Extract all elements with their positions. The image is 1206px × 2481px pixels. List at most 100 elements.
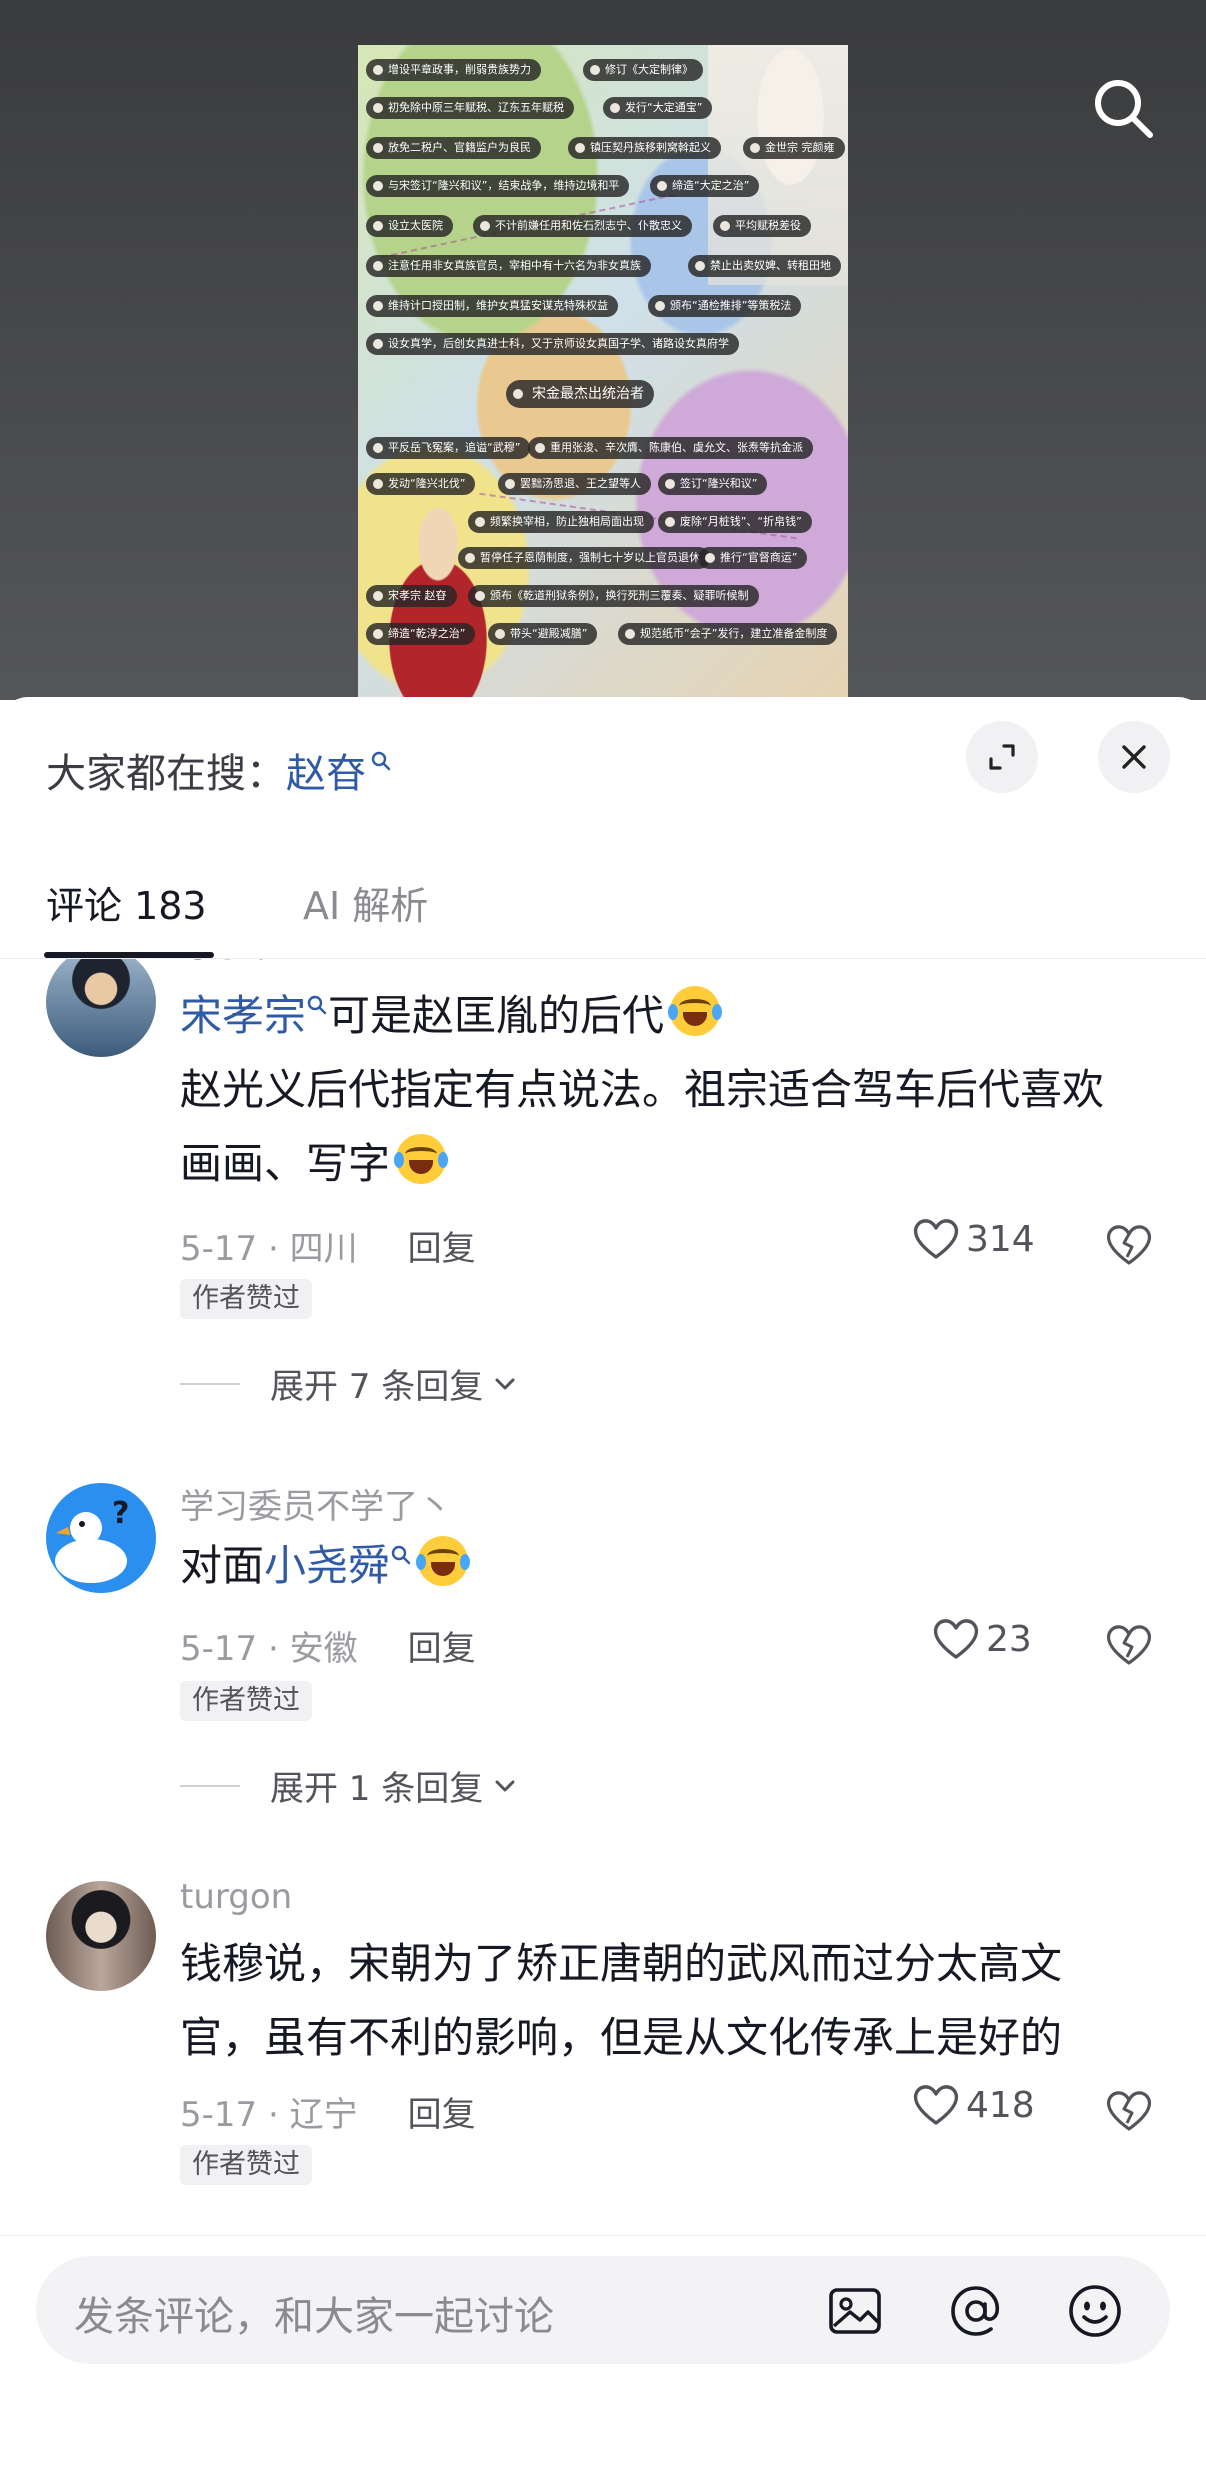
expand-replies-label: 展开 1 条回复: [270, 1769, 484, 1809]
emoji-icon[interactable]: [1066, 2282, 1124, 2340]
like-count: 418: [966, 2084, 1035, 2126]
reply-button[interactable]: 回复: [408, 2087, 476, 2136]
comment-text: 宋孝宗 可是赵匡胤的后代 赵光义后代指定有点说法。祖宗适合驾车后代喜欢 画画、写字: [180, 979, 1170, 1201]
map-pill: 与宋签订“隆兴和议”，结束战争，维持边境和平: [366, 175, 630, 197]
small-search-icon: [371, 751, 391, 771]
comment-input-bar: 发条评论，和大家一起讨论: [0, 2235, 1206, 2481]
mention-icon[interactable]: [947, 2282, 1005, 2340]
comment-text-line: 赵光义后代指定有点说法。祖宗适合驾车后代喜欢: [180, 1065, 1105, 1114]
heart-icon: [913, 2085, 959, 2125]
comment-author[interactable]: 学习委员不学了丶: [180, 1479, 452, 1528]
map-title-pill: 宋金最杰出统治者: [506, 380, 654, 408]
comment-meta: 5-17 · 辽宁 回复: [180, 2087, 476, 2136]
map-pill: 禁止出卖奴婢、转租田地: [688, 255, 841, 277]
broken-heart-icon[interactable]: [1104, 2085, 1154, 2135]
expand-icon: [989, 744, 1015, 770]
map-pill: 废除“月桩钱”、“折帛钱”: [658, 511, 812, 533]
divider-dash: [180, 1784, 240, 1787]
avatar[interactable]: [46, 1881, 156, 1991]
map-pill: 缔造“乾淳之治”: [366, 623, 476, 645]
broken-heart-icon[interactable]: [1104, 1219, 1154, 1269]
sheet-tabs: 评论 183 AI 解析: [0, 847, 1206, 959]
comment-text-part: 可是赵匡胤的后代: [328, 991, 665, 1040]
reply-button[interactable]: 回复: [408, 1221, 476, 1270]
expand-button[interactable]: [966, 721, 1038, 793]
divider-dash: [180, 1382, 240, 1385]
comment-input-placeholder: 发条评论，和大家一起讨论: [74, 2294, 554, 2340]
map-pill: 设立太医院: [366, 215, 453, 237]
comment-author[interactable]: なまう: [180, 959, 282, 968]
comment-text: 钱穆说，宋朝为了矫正唐朝的武风而过分太高文 官，虽有不利的影响，但是从文化传承上…: [180, 1927, 1170, 2075]
map-pill: 缔造“大定之治”: [650, 175, 760, 197]
chevron-down-icon: [495, 1378, 515, 1389]
map-pill: 平反岳飞冤案，追谥“武穆”: [366, 437, 531, 459]
comment-text-part: 对面: [180, 1541, 265, 1590]
map-pill: 发动“隆兴北伐”: [366, 473, 476, 495]
comment-date-location: 5-17 · 安徽: [180, 1629, 358, 1669]
map-pill: 增设平章政事，削弱贵族势力: [366, 59, 541, 81]
goose-avatar-icon: ?: [55, 1496, 129, 1583]
small-search-icon: [307, 995, 327, 1015]
avatar[interactable]: ?: [46, 1483, 156, 1593]
laugh-cry-emoji-icon: [416, 1536, 471, 1586]
like-button[interactable]: 418: [912, 2083, 1035, 2127]
expand-replies-button[interactable]: 展开 7 条回复: [180, 1359, 519, 1408]
comment-text-line: 钱穆说，宋朝为了矫正唐朝的武风而过分太高文: [180, 1939, 1063, 1988]
comment-author[interactable]: turgon: [180, 1877, 292, 1917]
video-frame: 增设平章政事，削弱贵族势力 修订《大定制律》 初免除中原三年赋税、辽东五年赋税 …: [358, 45, 848, 700]
map-pill: 推行“官督商运”: [698, 547, 808, 569]
heart-icon: [913, 1219, 959, 1259]
like-button[interactable]: 314: [912, 1217, 1035, 1261]
comment-date-location: 5-17 · 四川: [180, 1229, 358, 1269]
broken-heart-icon[interactable]: [1104, 1619, 1154, 1669]
map-pill: 罢黜汤思退、王之望等人: [498, 473, 651, 495]
comment-sheet: 大家都在搜： 赵昚 评论 183 AI 解析 なまう 宋孝宗可是赵匡胤的后代: [0, 697, 1206, 2481]
close-button[interactable]: [1098, 721, 1170, 793]
search-link[interactable]: 宋孝宗: [180, 991, 306, 1040]
map-pill: 颁布《乾道刑狱条例》，换行死刑三覆奏、疑罪听候制: [468, 585, 759, 607]
map-pill: 维持计口授田制，维护女真猛安谋克特殊权益: [366, 295, 618, 317]
map-pill: 宋孝宗 赵昚: [366, 585, 457, 607]
tab-ai-analysis[interactable]: AI 解析: [303, 875, 428, 930]
map-pill: 不计前嫌任用和佐石烈志宁、仆散忠义: [473, 215, 692, 237]
timeline-pills: 增设平章政事，削弱贵族势力 修订《大定制律》 初免除中原三年赋税、辽东五年赋税 …: [358, 45, 848, 700]
image-icon[interactable]: [826, 2282, 884, 2340]
like-count: 314: [966, 1218, 1035, 1260]
map-pill: 规范纸币“会子”发行，建立准备金制度: [618, 623, 838, 645]
video-area[interactable]: 增设平章政事，削弱贵族势力 修订《大定制律》 初免除中原三年赋税、辽东五年赋税 …: [0, 0, 1206, 700]
tab-comments[interactable]: 评论 183: [46, 875, 207, 930]
map-pill: 初免除中原三年赋税、辽东五年赋税: [366, 97, 574, 119]
laugh-cry-emoji-icon: [394, 1134, 449, 1184]
comment-meta: 5-17 · 四川 回复: [180, 1221, 476, 1270]
avatar[interactable]: [46, 959, 156, 1057]
comment-list[interactable]: なまう 宋孝宗可是赵匡胤的后代 赵光义后代指定有点说法。祖宗适合驾车后代喜欢 画…: [0, 959, 1206, 2241]
map-pill: 发行“大定通宝”: [603, 97, 713, 119]
map-pill: 设女真学，后创女真进士科，又于京师设女真国子学、诸路设女真府学: [366, 333, 739, 355]
map-pill: 平均赋税差役: [713, 215, 811, 237]
close-icon: [1122, 745, 1146, 769]
map-pill: 重用张浚、辛次膺、陈康伯、虞允文、张焘等抗金派: [528, 437, 813, 459]
expand-replies-label: 展开 7 条回复: [270, 1367, 484, 1407]
trending-search[interactable]: 大家都在搜： 赵昚: [46, 741, 392, 799]
map-pill: 频繁换宰相，防止独相局面出现: [468, 511, 654, 533]
heart-icon: [933, 1619, 979, 1659]
search-link[interactable]: 小尧舜: [264, 1541, 390, 1590]
laugh-cry-emoji-icon: [668, 986, 723, 1036]
like-button[interactable]: 23: [932, 1617, 1032, 1661]
small-search-icon: [391, 1545, 411, 1565]
reply-button[interactable]: 回复: [408, 1621, 476, 1670]
author-liked-badge: 作者赞过: [180, 2145, 312, 2185]
comment-input[interactable]: 发条评论，和大家一起讨论: [36, 2256, 1170, 2364]
map-pill: 暂停任子恩荫制度，强制七十岁以上官员退休: [458, 547, 710, 569]
chevron-down-icon: [495, 1780, 515, 1791]
trending-search-prefix: 大家都在搜：: [46, 751, 286, 797]
author-liked-badge: 作者赞过: [180, 1681, 312, 1721]
search-icon[interactable]: [1090, 75, 1156, 141]
comment-date-location: 5-17 · 辽宁: [180, 2095, 358, 2135]
trending-search-term[interactable]: 赵昚: [286, 741, 366, 799]
comment-meta: 5-17 · 安徽 回复: [180, 1621, 476, 1670]
comment-text: 对面小尧舜: [180, 1529, 1170, 1603]
expand-replies-button[interactable]: 展开 1 条回复: [180, 1761, 519, 1810]
active-tab-indicator: [44, 952, 214, 958]
map-pill: 带头“避殿减膳”: [488, 623, 598, 645]
